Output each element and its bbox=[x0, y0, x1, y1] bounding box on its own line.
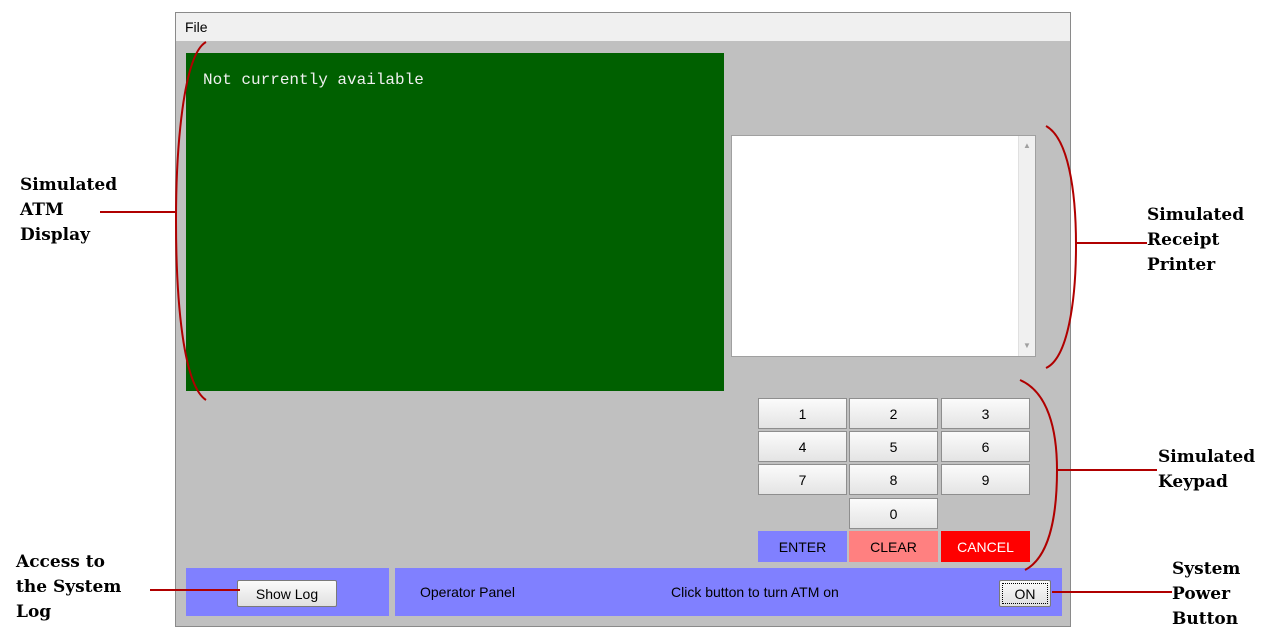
annotation-text: Simulated bbox=[1147, 205, 1245, 225]
annotation-power-button: System Power Button bbox=[1172, 557, 1240, 632]
keypad-bracket bbox=[1019, 379, 1059, 571]
annotation-lines bbox=[100, 41, 1172, 593]
printer-bracket bbox=[1045, 125, 1078, 369]
annotation-system-log: Access to the System Log bbox=[16, 550, 121, 625]
annotation-text: Keypad bbox=[1158, 472, 1228, 492]
annotation-text: Receipt bbox=[1147, 230, 1220, 250]
annotation-text: Display bbox=[20, 225, 91, 245]
annotation-text: System bbox=[1172, 559, 1241, 579]
display-bracket bbox=[174, 41, 207, 401]
annotation-text: Access to bbox=[16, 552, 105, 572]
annotation-receipt-printer: Simulated Receipt Printer bbox=[1147, 203, 1244, 278]
annotation-text: Printer bbox=[1147, 255, 1216, 275]
annotation-atm-display: Simulated ATM Display bbox=[20, 173, 117, 248]
annotation-text: Simulated bbox=[1158, 447, 1256, 467]
annotation-text: ATM bbox=[20, 200, 64, 220]
annotation-text: Power bbox=[1172, 584, 1231, 604]
annotation-text: the System bbox=[16, 577, 122, 597]
annotation-text: Button bbox=[1172, 609, 1239, 629]
annotation-text: Simulated bbox=[20, 175, 118, 195]
annotation-text: Log bbox=[16, 602, 52, 622]
annotation-keypad: Simulated Keypad bbox=[1158, 445, 1255, 495]
